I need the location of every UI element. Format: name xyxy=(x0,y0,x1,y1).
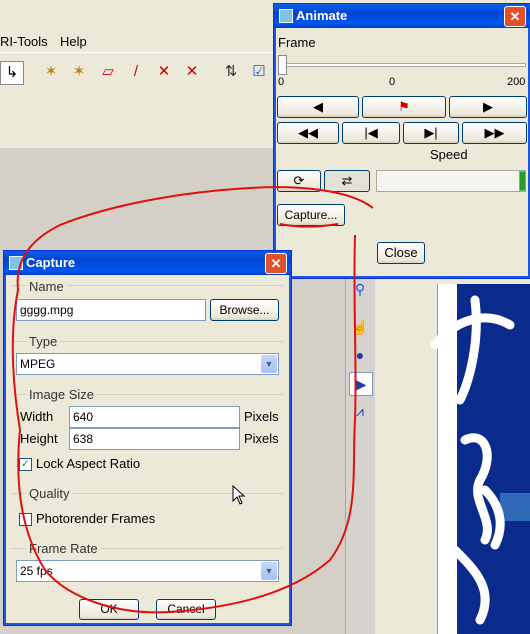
red-annotation-loop xyxy=(11,186,374,614)
